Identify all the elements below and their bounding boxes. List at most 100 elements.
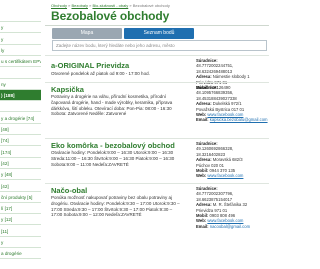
sidebar-item-label: a drogérie: [1, 251, 22, 257]
contact-value: 18.6623875154017: [196, 196, 233, 202]
contact-value: 0944 370 135: [209, 168, 236, 174]
contact-link[interactable]: www.facebook.com: [207, 112, 243, 117]
sidebar-item[interactable]: ly: [0, 45, 41, 56]
contact-label: Súradnice:: [196, 58, 218, 63]
contact-label: Web:: [196, 218, 207, 224]
sidebar-item[interactable]: [48]: [0, 124, 41, 135]
sidebar-item[interactable]: y [48]: [0, 169, 41, 181]
contact-value: 48.7772002244751,: [196, 63, 234, 69]
contact-label: Web:: [196, 173, 207, 179]
contact-link[interactable]: nacoobal@gmail.com: [210, 224, 250, 229]
sidebar-item[interactable]: [42]: [0, 181, 41, 192]
sidebar-item-label: u s certifikátem EPV: [1, 59, 41, 65]
contact-label: Web:: [196, 112, 207, 118]
breadcrumb-separator: »: [129, 3, 132, 8]
sidebar-item[interactable]: a drogérie: [0, 248, 41, 260]
shop-description: Otvorené pondelok až piatok od 9:00 - 17…: [51, 71, 150, 76]
contact-value: Dukelská 972/1: [212, 101, 242, 107]
breadcrumb-item-bezobaly[interactable]: Bezobaly: [72, 3, 88, 8]
contact-line: Web: www.facebook.com: [196, 173, 269, 178]
main-content: Obchody » Bezobaly » Bio-slušnosti - oba…: [45, 0, 269, 269]
contact-label: Adresa:: [196, 157, 212, 163]
sidebar-item[interactable]: [0, 101, 41, 113]
contact-value: Prievidza 971 01: [196, 207, 228, 213]
breadcrumb-item-obchody[interactable]: Obchody: [51, 3, 67, 8]
sidebar-item[interactable]: ny: [0, 79, 41, 90]
shop-description: Otváracie hodiny: Pondelok:9:00 – 16:30 …: [51, 150, 175, 167]
shop-contact-info: Súradnice: 48.1095766839356, 18.453188439…: [196, 85, 269, 123]
sidebar-item[interactable]: y [12]: [0, 214, 41, 226]
shop-divider: [45, 55, 269, 56]
sidebar-item[interactable]: y: [0, 22, 41, 34]
contact-value: Moravská 682/3: [212, 157, 243, 163]
shop-list-item: Kapsička Potraviny a drogérie na váhu, př…: [45, 82, 269, 138]
shop-description: Ponúka možnosť nakupovať potraviny bez o…: [51, 195, 180, 218]
contact-label: Adresa:: [196, 202, 212, 208]
sidebar-item[interactable]: [42]: [0, 158, 41, 169]
contact-label: Súradnice:: [196, 85, 218, 90]
shop-description: Potraviny a drogérie na váhu, přírodní k…: [51, 94, 173, 117]
shop-contact-info: Súradnice: 48.7772002307796, 18.662387515…: [196, 186, 269, 229]
sidebar-item[interactable]: lí [17]: [0, 203, 41, 215]
shop-name[interactable]: Kapsička: [51, 85, 84, 94]
sidebar-item[interactable]: y: [0, 34, 41, 45]
sidebar-item-label: [74]: [1, 138, 9, 144]
sidebar-item-label: [42]: [1, 160, 9, 166]
sidebar-item-label: [11]: [1, 228, 9, 234]
contact-value: M. R. Štefánika 32: [212, 202, 248, 208]
shop-divider: [45, 138, 269, 139]
sidebar-item[interactable]: y a drogérie [74]: [0, 113, 41, 124]
contact-label: Email:: [196, 223, 209, 229]
contact-label: Súradnice:: [196, 186, 218, 191]
contact-value: 18.3216402823: [196, 151, 226, 157]
contact-link[interactable]: www.facebook.com: [207, 218, 243, 223]
sidebar-item[interactable]: u s certifikátem EPV: [0, 56, 41, 68]
sidebar-item-label: y [48]: [1, 172, 13, 178]
sidebar-item-label: y: [1, 240, 4, 245]
contact-label: Súradnice:: [196, 141, 218, 146]
page-title: Bezobalové obchody: [51, 9, 170, 23]
contact-line: Email: nacoobal@gmail.com: [196, 224, 269, 229]
sidebar-item-label: y [12]: [1, 217, 13, 223]
shop-divider: [45, 82, 269, 83]
sidebar-item[interactable]: ční produkty [5]: [0, 192, 41, 203]
view-tabs: Mapa Seznam bodů: [49, 28, 269, 39]
shop-name[interactable]: Eko komôrka - bezobalový obchod: [51, 141, 175, 150]
contact-value: Námestie slobody 1: [212, 74, 250, 80]
contact-label: Mobil:: [196, 168, 209, 174]
sidebar-item[interactable]: ) [188]: [0, 90, 41, 102]
tab-map[interactable]: Mapa: [52, 28, 122, 39]
sidebar-item[interactable]: [11]: [0, 226, 41, 237]
contact-label: Adresa:: [196, 74, 212, 80]
sidebar-item[interactable]: [174]: [0, 147, 41, 158]
breadcrumb-item-bio[interactable]: Bio-slušnosti - obaly: [92, 3, 128, 8]
breadcrumb-separator: »: [89, 3, 92, 8]
shop-divider: [45, 183, 269, 184]
contact-link[interactable]: kapsicka.bezobalu@gmail.com: [210, 117, 268, 122]
sidebar-item[interactable]: [0, 68, 41, 79]
shop-name[interactable]: a-ORIGINAL Prievidza: [51, 61, 129, 70]
category-sidebar: y y ly u s certifikátem EPV ny) [188] y a dro…: [0, 0, 41, 269]
shop-list-item: a-ORIGINAL Prievidza Otvorené pondelok až…: [45, 55, 269, 90]
shop-list-item: Eko komôrka - bezobalový obchod Otváracie…: [45, 138, 269, 183]
contact-value: 18.6324269488013: [196, 68, 233, 74]
contact-line: Email: kapsicka.bezobalu@gmail.com: [196, 117, 269, 122]
sidebar-item-label: lí [17]: [1, 206, 13, 212]
sidebar-item-label: y: [1, 25, 4, 31]
sidebar-item-label: ly: [1, 47, 5, 53]
title-divider: [45, 25, 269, 26]
contact-value: 0903 808 496: [209, 213, 236, 219]
sidebar-item-label: [42]: [1, 183, 9, 189]
contact-value: 48.7772002307796,: [196, 191, 234, 197]
sidebar-item[interactable]: [0, 11, 41, 22]
tab-list[interactable]: Seznam bodů: [124, 28, 194, 39]
sidebar-item-label: y a drogérie [74]: [1, 115, 35, 121]
sidebar-item[interactable]: y: [0, 237, 41, 248]
shop-name[interactable]: Načo-obal: [51, 186, 87, 195]
search-input[interactable]: Zadejte název bodu, který hledáte nebo j…: [52, 40, 267, 51]
sidebar-item[interactable]: [74]: [0, 135, 41, 147]
contact-link[interactable]: www.facebook.com: [207, 173, 243, 178]
breadcrumb-item-current: Bezobalové obchody: [132, 3, 170, 8]
breadcrumb-separator: »: [68, 3, 71, 8]
sidebar-item-label: [48]: [1, 127, 9, 132]
